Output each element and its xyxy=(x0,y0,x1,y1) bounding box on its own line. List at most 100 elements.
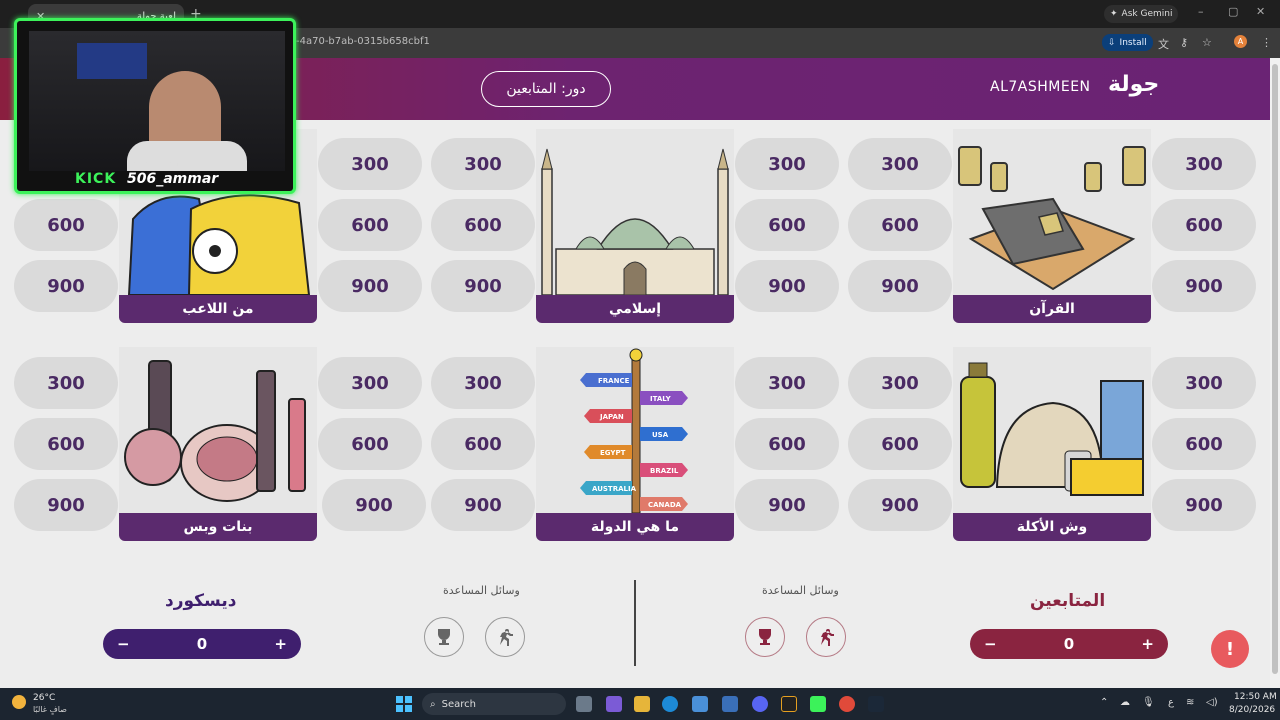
taskbar-search[interactable]: ⌕ Search xyxy=(422,693,566,715)
runner-help-button[interactable] xyxy=(485,617,525,657)
gemini-icon: ✦ xyxy=(1110,9,1118,19)
edge-icon[interactable] xyxy=(662,696,678,712)
password-key-icon[interactable]: ⚷ xyxy=(1180,36,1188,49)
webcam-feed xyxy=(29,31,285,171)
minimize-icon[interactable]: – xyxy=(1198,5,1204,18)
microphone-icon[interactable]: 🎙 xyxy=(1142,697,1155,708)
category-card-makeup[interactable]: بنات وبس xyxy=(119,347,317,541)
windows-taskbar: 26°C صافٍ غالبًا ⌕ Search ⌃ ☁ 🎙 ع ≋ ◁) 1… xyxy=(0,688,1280,720)
install-app-button[interactable]: ⇩ Install xyxy=(1102,34,1153,51)
plus-button[interactable]: + xyxy=(1141,635,1154,653)
points-button[interactable]: 600 xyxy=(14,418,118,470)
translate-icon[interactable]: 文 xyxy=(1158,36,1169,52)
alert-button[interactable]: ! xyxy=(1211,630,1249,668)
start-tile xyxy=(405,696,412,703)
points-button[interactable]: 600 xyxy=(848,418,952,470)
quran-icon xyxy=(953,129,1151,295)
points-button[interactable]: 600 xyxy=(735,418,839,470)
points-button[interactable]: 900 xyxy=(431,479,535,531)
country-signpost-icon: FRANCE ITALY JAPAN USA EGYPT BRAZIL AUST… xyxy=(536,347,734,513)
maximize-icon[interactable]: ▢ xyxy=(1228,5,1238,18)
mail-icon[interactable] xyxy=(722,696,738,712)
start-button[interactable] xyxy=(396,696,412,712)
kick-app-icon[interactable] xyxy=(810,696,826,712)
discord-icon[interactable] xyxy=(752,696,768,712)
points-button[interactable]: 900 xyxy=(14,479,118,531)
points-button[interactable]: 900 xyxy=(322,479,426,531)
clock-date[interactable]: 8/20/2026 xyxy=(1229,705,1275,715)
weather-icon[interactable] xyxy=(12,695,26,709)
points-button[interactable]: 900 xyxy=(735,260,839,312)
category-card-islamic[interactable]: إسلامي xyxy=(536,129,734,323)
points-button[interactable]: 300 xyxy=(848,138,952,190)
steam-icon[interactable] xyxy=(868,696,884,712)
points-button[interactable]: 600 xyxy=(431,418,535,470)
points-button[interactable]: 300 xyxy=(735,138,839,190)
clock-time[interactable]: 12:50 AM xyxy=(1234,692,1277,702)
team-name-followers: المتابعين xyxy=(1030,591,1106,611)
trophy-icon xyxy=(759,629,771,645)
menu-kebab-icon[interactable]: ⋮ xyxy=(1261,36,1272,49)
category-label: من اللاعب xyxy=(119,295,317,323)
url-field[interactable]: -4a70-b7ab-0315b658cbf1 xyxy=(296,36,430,47)
category-card-quran[interactable]: القرآن xyxy=(953,129,1151,323)
minus-button[interactable]: − xyxy=(117,635,130,653)
points-button[interactable]: 300 xyxy=(1152,357,1256,409)
store-icon[interactable] xyxy=(692,696,708,712)
chrome-icon[interactable] xyxy=(839,696,855,712)
points-button[interactable]: 600 xyxy=(14,199,118,251)
points-button[interactable]: 600 xyxy=(318,418,422,470)
points-button[interactable]: 900 xyxy=(1152,260,1256,312)
points-button[interactable]: 300 xyxy=(318,138,422,190)
points-button[interactable]: 600 xyxy=(318,199,422,251)
team-score: 0 xyxy=(196,635,208,653)
trophy-help-button[interactable] xyxy=(745,617,785,657)
page-scrollbar[interactable] xyxy=(1270,58,1280,688)
points-button[interactable]: 300 xyxy=(431,357,535,409)
start-tile xyxy=(405,705,412,712)
install-icon: ⇩ xyxy=(1108,37,1116,48)
points-button[interactable]: 300 xyxy=(318,357,422,409)
points-button[interactable]: 900 xyxy=(431,260,535,312)
points-button[interactable]: 600 xyxy=(735,199,839,251)
points-button[interactable]: 600 xyxy=(1152,199,1256,251)
trophy-help-button[interactable] xyxy=(424,617,464,657)
plus-button[interactable]: + xyxy=(274,635,287,653)
points-button[interactable]: 900 xyxy=(318,260,422,312)
points-button[interactable]: 600 xyxy=(848,199,952,251)
tray-overflow-icon[interactable]: ⌃ xyxy=(1100,697,1108,708)
profile-avatar[interactable]: A xyxy=(1234,35,1247,48)
runner-help-button[interactable] xyxy=(806,617,846,657)
points-button[interactable]: 600 xyxy=(431,199,535,251)
ask-gemini-button[interactable]: ✦ Ask Gemini xyxy=(1104,5,1179,23)
start-tile xyxy=(396,705,403,712)
input-language[interactable]: ع xyxy=(1168,697,1174,708)
points-button[interactable]: 600 xyxy=(1152,418,1256,470)
points-button[interactable]: 900 xyxy=(14,260,118,312)
category-label: وش الأكلة xyxy=(953,513,1151,541)
file-explorer-icon[interactable] xyxy=(634,696,650,712)
scrollbar-thumb[interactable] xyxy=(1272,64,1278,674)
minus-button[interactable]: − xyxy=(984,635,997,653)
points-button[interactable]: 300 xyxy=(735,357,839,409)
points-button[interactable]: 900 xyxy=(848,479,952,531)
points-button[interactable]: 300 xyxy=(431,138,535,190)
points-button[interactable]: 900 xyxy=(1152,479,1256,531)
task-view-icon[interactable] xyxy=(576,696,592,712)
points-button[interactable]: 300 xyxy=(1152,138,1256,190)
team-divider xyxy=(634,580,636,666)
app-icon[interactable] xyxy=(781,696,797,712)
points-button[interactable]: 900 xyxy=(735,479,839,531)
points-button[interactable]: 300 xyxy=(848,357,952,409)
category-card-country[interactable]: FRANCE ITALY JAPAN USA EGYPT BRAZIL AUST… xyxy=(536,347,734,541)
points-button[interactable]: 900 xyxy=(848,260,952,312)
copilot-icon[interactable] xyxy=(606,696,622,712)
close-window-icon[interactable]: ✕ xyxy=(1256,5,1265,18)
network-tray-icon[interactable]: ☁ xyxy=(1120,697,1130,708)
volume-icon[interactable]: ◁) xyxy=(1206,697,1218,708)
sign-label: CANADA xyxy=(648,501,682,509)
category-card-food[interactable]: وش الأكلة xyxy=(953,347,1151,541)
points-button[interactable]: 300 xyxy=(14,357,118,409)
wifi-icon[interactable]: ≋ xyxy=(1186,697,1194,708)
bookmark-star-icon[interactable]: ☆ xyxy=(1202,36,1212,49)
